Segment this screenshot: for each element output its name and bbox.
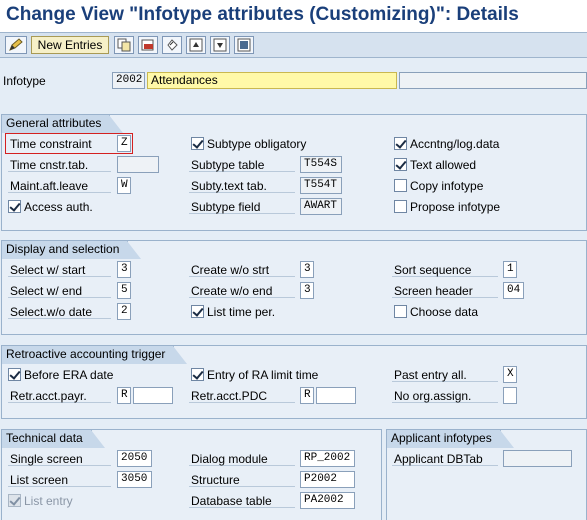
- propose-infotype-checkbox[interactable]: [394, 200, 407, 213]
- past-entry-all-label: Past entry all.: [394, 368, 467, 382]
- before-era-date-checkbox[interactable]: [8, 368, 21, 381]
- subty-text-tab-label: Subty.text tab.: [191, 179, 267, 193]
- subtype-table-label: Subtype table: [191, 158, 265, 172]
- next-entry-icon[interactable]: [210, 36, 230, 54]
- database-table-field[interactable]: PA2002: [300, 492, 355, 509]
- applicant-dbtab-field: [503, 450, 572, 467]
- infotype-label: Infotype: [3, 74, 46, 88]
- entry-ra-limit-label: Entry of RA limit time: [207, 368, 319, 382]
- infotype-extra-field: [399, 72, 587, 89]
- screen-header-field[interactable]: 04: [503, 282, 524, 299]
- maint-aft-leave-field[interactable]: W: [117, 177, 131, 194]
- database-table-label: Database table: [191, 494, 272, 508]
- subtype-obligatory-checkbox[interactable]: [191, 137, 204, 150]
- before-era-date-label: Before ERA date: [24, 368, 114, 382]
- accntng-log-data-checkbox[interactable]: [394, 137, 407, 150]
- retr-acct-payr-label: Retr.acct.payr.: [10, 389, 87, 403]
- maint-aft-leave-label: Maint.aft.leave: [10, 179, 89, 193]
- subtype-field-field: AWART: [300, 198, 342, 215]
- single-screen-field[interactable]: 2050: [117, 450, 152, 467]
- copy-icon[interactable]: [114, 36, 134, 54]
- select-wo-date-label: Select.w/o date: [10, 305, 93, 319]
- time-constraint-label: Time constraint: [10, 137, 92, 151]
- list-entry-label: List entry: [24, 494, 73, 508]
- applicant-infotypes-group: Applicant infotypes: [386, 429, 587, 520]
- retroactive-accounting-title: Retroactive accounting trigger: [2, 346, 188, 364]
- infotype-text-field[interactable]: Attendances: [147, 72, 397, 89]
- list-time-per-checkbox[interactable]: [191, 305, 204, 318]
- list-time-per-label: List time per.: [207, 305, 276, 319]
- propose-infotype-label: Propose infotype: [410, 200, 501, 214]
- past-entry-all-field[interactable]: X: [503, 366, 517, 383]
- choose-data-label: Choose data: [410, 305, 479, 319]
- create-wo-end-field[interactable]: 3: [300, 282, 314, 299]
- retr-acct-payr-field[interactable]: R: [117, 387, 131, 404]
- structure-field[interactable]: P2002: [300, 471, 355, 488]
- subty-text-tab-field: T554T: [300, 177, 342, 194]
- list-entry-checkbox: [8, 494, 21, 507]
- application-toolbar: New Entries: [0, 32, 587, 58]
- select-all-icon[interactable]: [234, 36, 254, 54]
- create-wo-strt-field[interactable]: 3: [300, 261, 314, 278]
- no-org-assign-label: No org.assign.: [394, 389, 472, 403]
- no-org-assign-field[interactable]: [503, 387, 517, 404]
- choose-data-checkbox[interactable]: [394, 305, 407, 318]
- change-display-icon[interactable]: [5, 36, 27, 54]
- applicant-dbtab-label: Applicant DBTab: [394, 452, 483, 466]
- technical-data-title: Technical data: [2, 430, 105, 448]
- applicant-infotypes-title: Applicant infotypes: [387, 430, 514, 448]
- retr-acct-payr-extra-field[interactable]: [133, 387, 173, 404]
- select-start-label: Select w/ start: [10, 263, 86, 277]
- access-auth-checkbox[interactable]: [8, 200, 21, 213]
- time-cnstr-tab-field: [117, 156, 159, 173]
- select-wo-date-field[interactable]: 2: [117, 303, 131, 320]
- dialog-module-label: Dialog module: [191, 452, 268, 466]
- copy-infotype-checkbox[interactable]: [394, 179, 407, 192]
- delete-icon[interactable]: [138, 36, 158, 54]
- retr-acct-pdc-label: Retr.acct.PDC: [191, 389, 268, 403]
- screen-header-label: Screen header: [394, 284, 473, 298]
- retr-acct-pdc-field[interactable]: R: [300, 387, 314, 404]
- structure-label: Structure: [191, 473, 240, 487]
- subtype-field-label: Subtype field: [191, 200, 261, 214]
- text-allowed-checkbox[interactable]: [394, 158, 407, 171]
- list-screen-label: List screen: [10, 473, 69, 487]
- sort-sequence-field[interactable]: 1: [503, 261, 517, 278]
- infotype-field: 2002: [112, 72, 145, 89]
- display-selection-title: Display and selection: [2, 241, 142, 259]
- retr-acct-pdc-extra-field[interactable]: [316, 387, 356, 404]
- create-wo-end-label: Create w/o end: [191, 284, 273, 298]
- undo-icon[interactable]: [162, 36, 182, 54]
- copy-infotype-label: Copy infotype: [410, 179, 484, 193]
- previous-entry-icon[interactable]: [186, 36, 206, 54]
- text-allowed-label: Text allowed: [410, 158, 477, 172]
- select-start-field[interactable]: 3: [117, 261, 131, 278]
- list-screen-field[interactable]: 3050: [117, 471, 152, 488]
- subtype-table-field: T554S: [300, 156, 342, 173]
- time-cnstr-tab-label: Time cnstr.tab.: [10, 158, 89, 172]
- accntng-log-data-label: Accntng/log.data: [410, 137, 500, 151]
- general-attributes-title: General attributes: [2, 115, 124, 133]
- time-constraint-field[interactable]: Z: [117, 135, 131, 152]
- access-auth-label: Access auth.: [24, 200, 93, 214]
- sort-sequence-label: Sort sequence: [394, 263, 472, 277]
- single-screen-label: Single screen: [10, 452, 83, 466]
- select-end-label: Select w/ end: [10, 284, 83, 298]
- new-entries-button[interactable]: New Entries: [31, 36, 109, 54]
- entry-ra-limit-checkbox[interactable]: [191, 368, 204, 381]
- dialog-module-field[interactable]: RP_2002: [300, 450, 355, 467]
- create-wo-strt-label: Create w/o strt: [191, 263, 270, 277]
- subtype-obligatory-label: Subtype obligatory: [207, 137, 307, 151]
- page-title: Change View "Infotype attributes (Custom…: [0, 0, 587, 32]
- select-end-field[interactable]: 5: [117, 282, 131, 299]
